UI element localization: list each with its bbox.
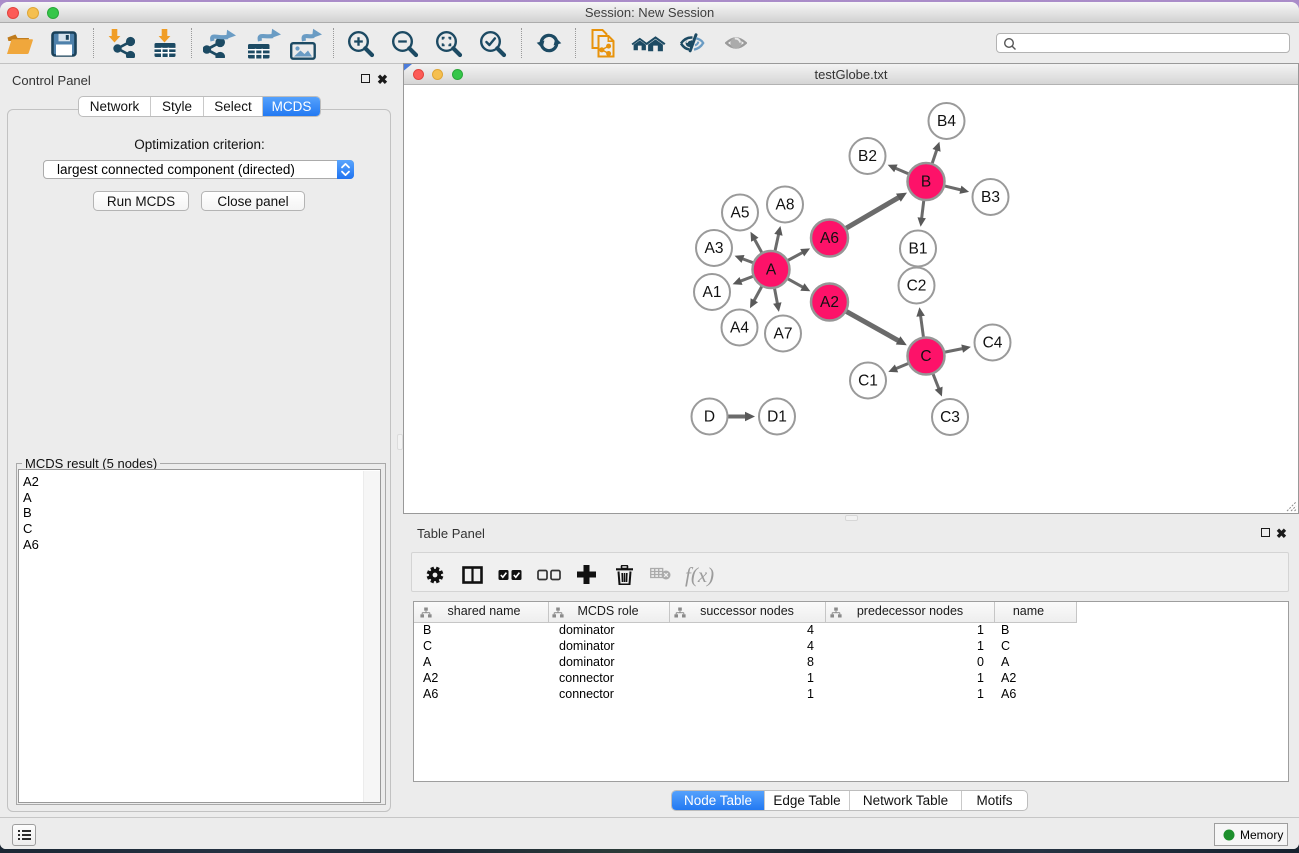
svg-text:B2: B2	[858, 148, 877, 165]
svg-text:B: B	[921, 174, 931, 191]
svg-text:A1: A1	[703, 284, 722, 301]
svg-text:A5: A5	[731, 205, 750, 222]
svg-text:C: C	[920, 348, 931, 365]
svg-text:C3: C3	[940, 409, 960, 426]
svg-text:A6: A6	[820, 230, 839, 247]
svg-text:A3: A3	[705, 240, 724, 257]
svg-text:C2: C2	[907, 278, 927, 295]
svg-text:C4: C4	[983, 335, 1003, 352]
svg-text:A4: A4	[730, 320, 749, 337]
svg-text:A7: A7	[774, 326, 793, 343]
svg-text:A2: A2	[820, 294, 839, 311]
svg-text:A: A	[766, 262, 777, 279]
svg-text:B4: B4	[937, 113, 956, 130]
svg-text:D: D	[704, 409, 715, 426]
svg-text:B1: B1	[909, 241, 928, 258]
svg-text:D1: D1	[767, 409, 787, 426]
svg-text:C1: C1	[858, 373, 878, 390]
svg-text:B3: B3	[981, 189, 1000, 206]
svg-text:A8: A8	[776, 197, 795, 214]
